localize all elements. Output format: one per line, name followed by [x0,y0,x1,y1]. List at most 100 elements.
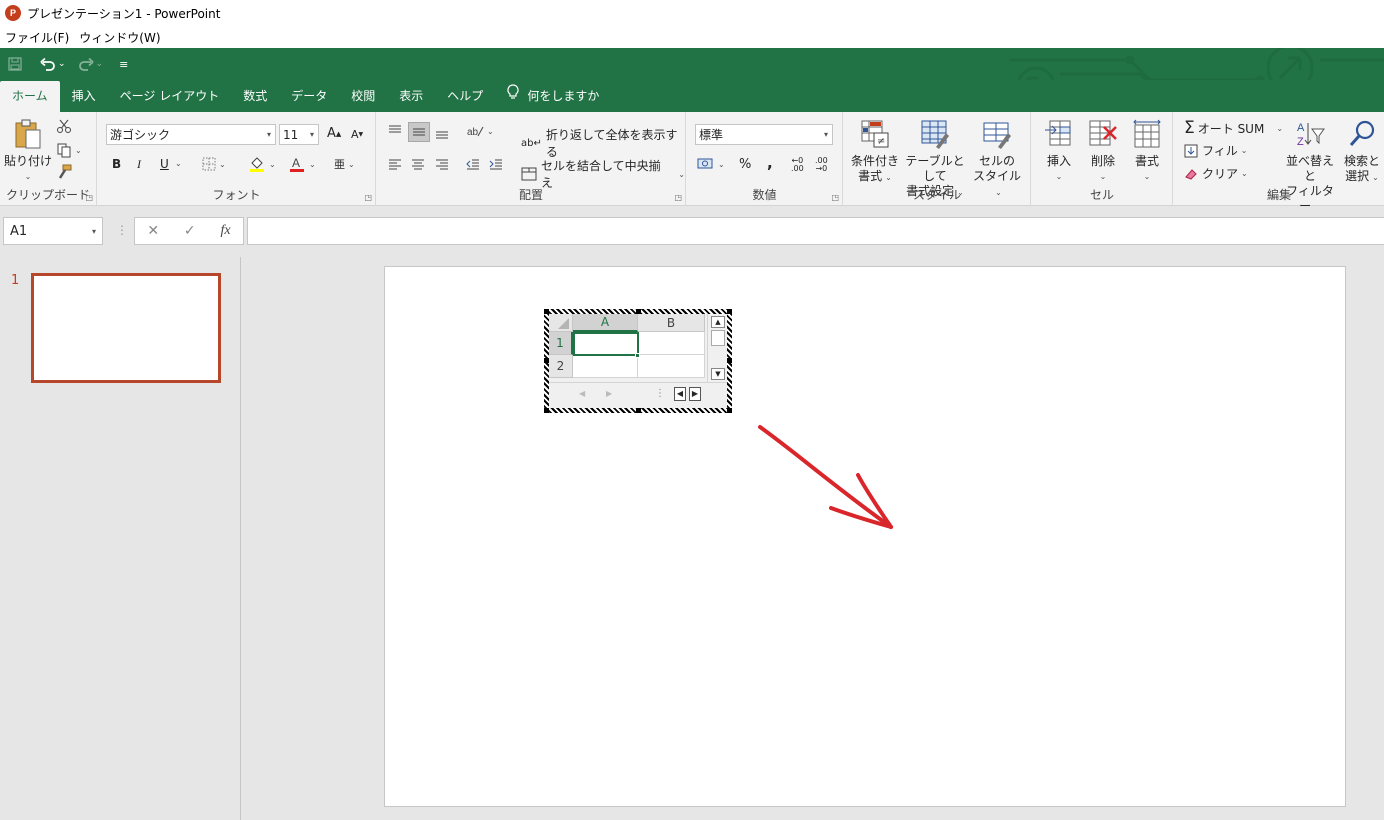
comma-button[interactable]: , [767,154,773,172]
align-right-icon[interactable] [434,157,450,171]
redo-dropdown-icon[interactable]: ⌄ [96,59,104,69]
next-sheet-icon[interactable]: ▶ [606,389,612,398]
font-size-combo[interactable]: 11 ▾ [279,124,319,145]
circuit-decoration [1010,48,1384,80]
wrap-text-button[interactable]: ab↵ 折り返して全体を表示する [521,126,685,160]
tell-me-search[interactable]: 何をしますか [495,80,611,112]
column-header-b[interactable]: B [638,314,705,332]
font-launcher-icon[interactable]: ◳ [364,193,372,202]
menu-window[interactable]: ウィンドウ(W) [74,29,165,46]
ribbon-tabs: ホーム 挿入 ページ レイアウト 数式 データ 校閲 表示 ヘルプ 何をしますか [0,80,1384,112]
top-align-icon[interactable] [387,124,403,138]
cell-a1-selected[interactable] [573,332,639,356]
save-icon[interactable] [8,57,22,71]
scroll-right-icon[interactable]: ▶ [689,387,701,401]
customize-qat-icon[interactable]: ≡ [119,58,128,71]
tab-data[interactable]: データ [279,80,339,112]
font-color-icon[interactable]: A ⌄ [288,155,316,173]
tab-page-layout[interactable]: ページ レイアウト [108,80,232,112]
fill-button[interactable]: フィル ⌄ [1184,142,1247,159]
select-all-corner[interactable] [549,314,573,332]
number-format-combo[interactable]: 標準 ▾ [695,124,833,145]
name-box[interactable]: A1 ▾ [3,217,103,245]
font-name-combo[interactable]: 游ゴシック ▾ [106,124,276,145]
powerpoint-app-icon[interactable]: P [5,5,21,21]
tab-insert[interactable]: 挿入 [60,80,108,112]
resize-handle-ne[interactable] [727,309,732,314]
phonetic-guide-icon[interactable]: 亜 ⌄ [334,156,355,172]
tab-view[interactable]: 表示 [387,80,435,112]
resize-handle-se[interactable] [727,408,732,413]
enter-entry-button[interactable]: ✓ [184,223,196,239]
bold-button[interactable]: B [112,157,121,171]
scroll-up-icon[interactable]: ▲ [711,316,725,328]
vertical-scrollbar[interactable]: ▲ ▼ [707,314,727,382]
increase-decimal-icon[interactable]: ←0.00 [791,157,804,173]
underline-button[interactable]: U [160,157,169,171]
italic-button[interactable]: I [137,157,141,172]
accounting-format-icon[interactable]: ⌄ [697,157,725,171]
format-painter-icon[interactable] [56,164,72,180]
underline-dropdown-icon[interactable]: ⌄ [172,159,182,168]
cell-a2[interactable] [573,355,638,378]
scroll-down-icon[interactable]: ▼ [711,368,725,380]
decrease-indent-icon[interactable] [465,157,481,171]
borders-icon[interactable]: ⌄ [202,157,226,171]
alignment-launcher-icon[interactable]: ◳ [674,193,682,202]
format-cells-button[interactable]: 書式 ⌄ [1126,118,1168,184]
formula-bar-splitter[interactable]: ⋮ [116,223,128,237]
insert-cells-button[interactable]: 挿入 ⌄ [1038,118,1080,184]
cells-group-label: セル [1089,188,1114,202]
decrease-decimal-icon[interactable]: .00 →0 [815,157,828,173]
tab-home[interactable]: ホーム [0,81,60,112]
fill-color-icon[interactable]: ⌄ [248,155,276,173]
slide-thumbnail[interactable] [31,273,221,383]
cancel-entry-button[interactable]: ✕ [147,223,159,239]
clipboard-launcher-icon[interactable]: ◳ [85,193,93,202]
format-as-table-icon [919,118,951,150]
formula-input[interactable] [247,217,1384,245]
undo-dropdown-icon[interactable]: ⌄ [58,59,66,69]
undo-icon[interactable] [40,57,56,71]
find-select-button[interactable]: 検索と 選択 ⌄ [1340,118,1384,185]
resize-handle-s[interactable] [636,408,641,413]
tab-formulas[interactable]: 数式 [231,80,279,112]
row-header-2[interactable]: 2 [549,355,573,378]
redo-icon[interactable] [78,57,94,71]
align-left-icon[interactable] [387,157,403,171]
column-header-a[interactable]: A [573,314,638,332]
resize-handle-e[interactable] [727,358,732,363]
resize-handle-sw[interactable] [544,408,549,413]
prev-sheet-icon[interactable]: ◀ [579,389,585,398]
increase-indent-icon[interactable] [488,157,504,171]
vertical-scroll-thumb[interactable] [711,330,725,346]
paste-button[interactable]: 貼り付け ⌄ [4,118,52,184]
cell-b1[interactable] [638,332,705,355]
middle-align-icon[interactable] [408,122,430,142]
fill-handle[interactable] [635,353,640,358]
insert-function-button[interactable]: fx [220,223,230,239]
tab-splitter-icon[interactable]: ⋮ [655,388,665,399]
tab-help[interactable]: ヘルプ [435,80,495,112]
percent-button[interactable]: % [739,157,751,172]
clear-button[interactable]: クリア ⌄ [1184,165,1248,182]
bottom-align-icon[interactable] [434,126,450,140]
orientation-icon[interactable]: ab ⌄ [466,124,494,139]
slide-canvas[interactable]: A B 1 2 ▲ ▼ ◀ ▶ ⋮ ◀ ▶ [384,266,1346,807]
increase-font-size-icon[interactable]: A ▲ [327,126,341,141]
tab-review[interactable]: 校閲 [339,80,387,112]
delete-cells-button[interactable]: 削除 ⌄ [1082,118,1124,184]
conditional-formatting-button[interactable]: ≠ 条件付き 書式 ⌄ [850,118,900,185]
copy-icon[interactable]: ⌄ [56,142,82,158]
cell-b2[interactable] [638,355,705,378]
scroll-left-icon[interactable]: ◀ [674,387,686,401]
find-select-label-2: 選択 [1345,169,1370,183]
menu-file[interactable]: ファイル(F) [0,29,74,46]
cut-icon[interactable] [56,118,72,134]
autosum-button[interactable]: Σ オート SUM ⌄ [1184,118,1283,138]
embedded-worksheet[interactable]: A B 1 2 ▲ ▼ ◀ ▶ ⋮ ◀ ▶ [544,309,732,413]
number-launcher-icon[interactable]: ◳ [831,193,839,202]
decrease-font-size-icon[interactable]: A ▼ [351,128,363,141]
align-center-icon[interactable] [410,157,426,171]
row-header-1[interactable]: 1 [549,332,573,355]
